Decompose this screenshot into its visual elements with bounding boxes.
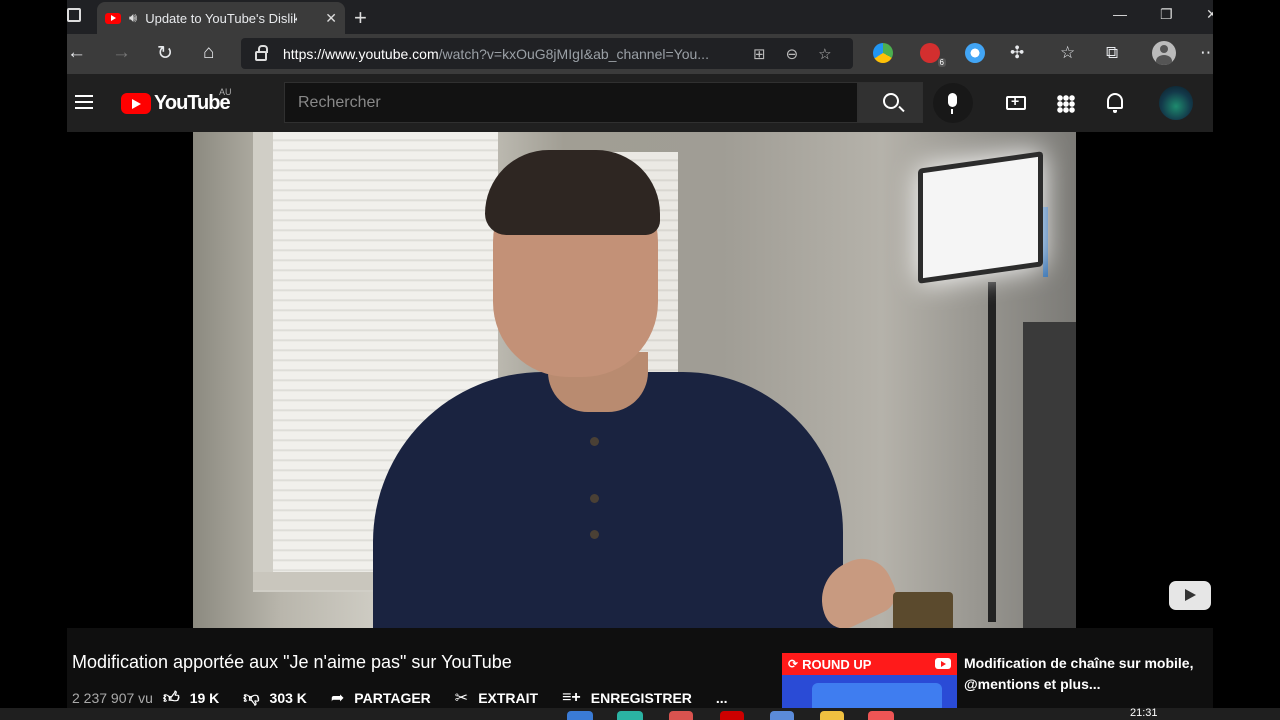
roundup-band: ⟳ ROUND UP xyxy=(782,653,957,675)
search-icon xyxy=(883,93,899,109)
light-bracket xyxy=(1043,207,1048,277)
channel-avatar[interactable] xyxy=(1159,86,1193,120)
studio-light xyxy=(918,151,1043,284)
close-window-icon[interactable]: ✕ xyxy=(1206,6,1213,23)
dislike-count: 303 K xyxy=(269,690,307,706)
video-frame[interactable] xyxy=(193,132,1076,628)
shirt-button xyxy=(590,494,599,503)
reader-mode-icon[interactable]: ⊞ xyxy=(753,45,766,63)
shirt-button xyxy=(590,437,599,446)
shirt-button xyxy=(590,530,599,539)
extension-blue-icon[interactable] xyxy=(965,43,985,63)
clip-label: EXTRAIT xyxy=(478,690,539,706)
taskbar-app-icon[interactable] xyxy=(720,711,744,720)
refresh-button[interactable]: ↻ xyxy=(157,42,173,65)
suggested-video-thumbnail[interactable]: ⟳ ROUND UP xyxy=(782,653,957,708)
dark-panel xyxy=(1023,322,1076,628)
share-button[interactable]: ➦ PARTAGER xyxy=(331,688,431,708)
thumbs-up-icon: 👍︎ xyxy=(162,689,180,707)
url-text: https://www.youtube.com/watch?v=kxOuG8jM… xyxy=(283,45,709,62)
microphone-icon xyxy=(948,93,957,114)
taskbar-clock: 21:31 xyxy=(1130,707,1158,719)
back-button[interactable]: ← xyxy=(67,42,86,64)
notifications-bell-icon[interactable] xyxy=(1107,93,1123,113)
extension-red-icon[interactable]: 6 xyxy=(920,43,946,67)
menu-icon[interactable] xyxy=(75,95,93,109)
extension-colorful-icon[interactable] xyxy=(873,43,893,63)
light-stand xyxy=(988,282,996,622)
video-info: Modification apportée aux "Je n'aime pas… xyxy=(67,628,1213,708)
youtube-favicon-icon xyxy=(105,12,121,24)
tab-actions-icon[interactable] xyxy=(67,8,81,22)
thumbnail-artwork xyxy=(812,683,942,708)
add-favorite-icon[interactable]: ☆ xyxy=(818,45,831,63)
taskbar-app-icon[interactable] xyxy=(868,711,894,720)
voice-search-button[interactable] xyxy=(933,83,973,123)
url-field[interactable]: https://www.youtube.com/watch?v=kxOuG8jM… xyxy=(241,38,853,69)
pencil-cup xyxy=(893,592,953,628)
taskbar-app-icon[interactable] xyxy=(567,711,593,720)
video-player[interactable] xyxy=(67,132,1213,628)
address-bar-row: ← → ↻ ⌂ https://www.youtube.com/watch?v=… xyxy=(67,34,1213,74)
suggested-video-title[interactable]: Modification de chaîne sur mobile, @ment… xyxy=(964,653,1204,695)
home-button[interactable]: ⌂ xyxy=(203,42,214,64)
taskbar-folder-icon[interactable] xyxy=(820,711,844,720)
new-tab-button[interactable]: + xyxy=(354,5,367,31)
extensions-puzzle-icon[interactable]: ✣ xyxy=(1010,43,1024,63)
youtube-watermark-icon[interactable] xyxy=(1169,581,1211,610)
zoom-icon[interactable]: ⊖ xyxy=(786,45,799,63)
thumbs-down-icon: 👎︎ xyxy=(243,689,260,707)
presenter-hair xyxy=(485,150,660,235)
forward-button[interactable]: → xyxy=(112,42,131,64)
tab-strip: 🔊︎ Update to YouTube's Dislike ✕ + — ❐ ✕ xyxy=(67,0,1213,34)
youtube-logo[interactable]: YouTube xyxy=(121,92,231,115)
share-arrow-icon: ➦ xyxy=(330,690,345,707)
restore-icon[interactable]: ❐ xyxy=(1160,6,1173,23)
close-tab-icon[interactable]: ✕ xyxy=(325,10,337,27)
audio-playing-icon[interactable]: 🔊︎ xyxy=(129,10,137,26)
like-count: 19 K xyxy=(189,690,220,706)
clip-button[interactable]: ✂ EXTRAIT xyxy=(455,688,538,708)
youtube-play-logo-icon xyxy=(121,93,151,114)
refresh-arrows-icon: ⟳ xyxy=(788,657,799,671)
extension-badge: 6 xyxy=(937,58,946,67)
taskbar-edge-icon[interactable] xyxy=(617,711,643,720)
apps-grid-icon[interactable] xyxy=(1057,95,1075,113)
view-count: 2 237 907 vu xyxy=(72,690,153,706)
browser-window: 🔊︎ Update to YouTube's Dislike ✕ + — ❐ ✕… xyxy=(67,0,1213,720)
create-video-icon[interactable] xyxy=(1006,93,1026,110)
os-taskbar xyxy=(0,708,1280,720)
video-title: Modification apportée aux "Je n'aime pas… xyxy=(72,652,512,672)
profile-avatar-icon[interactable] xyxy=(1152,41,1176,65)
lock-icon[interactable] xyxy=(255,44,268,61)
search-box[interactable] xyxy=(284,82,858,123)
video-actions: 2 237 907 vu 👍︎ 19 K 👎︎ 303 K ➦ PARTAGER ✂ E… xyxy=(72,688,752,708)
taskbar-app-icon[interactable] xyxy=(770,711,794,720)
save-label: ENREGISTRER xyxy=(590,690,692,706)
scissors-icon: ✂ xyxy=(454,690,469,707)
like-button[interactable]: 👍︎ 19 K xyxy=(163,689,219,708)
more-menu-icon[interactable]: ⋯ xyxy=(1200,43,1213,63)
youtube-small-logo-icon xyxy=(935,658,951,669)
youtube-header: YouTube AU xyxy=(67,74,1213,132)
search-input[interactable] xyxy=(298,93,838,112)
roundup-label: ROUND UP xyxy=(802,656,872,672)
more-actions-button[interactable]: ... xyxy=(716,690,728,706)
playlist-add-icon: ≡+ xyxy=(562,689,581,706)
favorites-icon[interactable]: ☆ xyxy=(1060,43,1075,63)
taskbar-app-icon[interactable] xyxy=(669,711,693,720)
search-button[interactable] xyxy=(858,82,923,123)
collections-icon[interactable]: ⧉ xyxy=(1106,43,1118,63)
save-button[interactable]: ≡+ ENREGISTRER xyxy=(562,689,692,707)
tab-title: Update to YouTube's Dislike xyxy=(145,10,298,26)
browser-tab[interactable]: 🔊︎ Update to YouTube's Dislike ✕ xyxy=(97,2,345,34)
share-label: PARTAGER xyxy=(354,690,431,706)
minimize-icon[interactable]: — xyxy=(1113,6,1127,22)
dislike-button[interactable]: 👎︎ 303 K xyxy=(243,689,307,708)
region-code: AU xyxy=(219,87,232,97)
